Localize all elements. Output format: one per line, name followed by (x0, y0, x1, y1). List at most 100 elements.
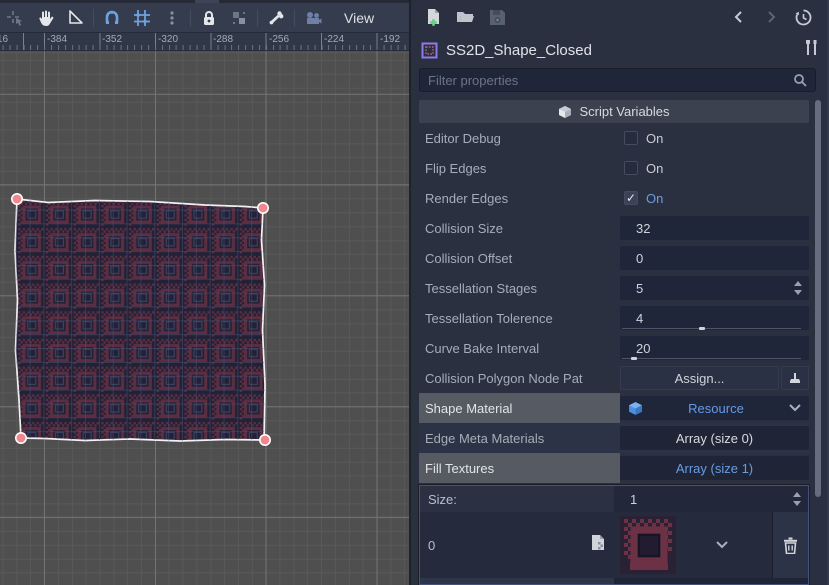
history-forward-icon[interactable] (755, 3, 787, 31)
ruler-label: -320 (158, 34, 178, 45)
field-value: 20 (636, 341, 650, 356)
pane-divider[interactable] (409, 0, 411, 585)
field-value: 1 (630, 492, 637, 507)
checkbox-label: On (646, 161, 663, 176)
slider-grabber[interactable] (699, 327, 705, 330)
section-title: Script Variables (579, 104, 669, 119)
search-icon (793, 73, 807, 87)
ruler-label: -288 (213, 34, 233, 45)
inspector-panel: SS2D_Shape_Closed Script Variables Edito… (411, 0, 829, 585)
property-label: Fill Textures (419, 453, 620, 483)
ruler-label: -192 (380, 34, 400, 45)
load-resource-icon[interactable] (449, 3, 481, 31)
section-script-variables[interactable]: Script Variables (419, 100, 809, 123)
pick-node-icon[interactable] (781, 366, 809, 390)
tessellation-tolerence-field[interactable]: 4 (620, 306, 809, 330)
collision-offset-field[interactable]: 0 (620, 246, 809, 270)
filter-properties-box[interactable] (419, 68, 816, 92)
canvas-viewport[interactable]: View -416 -384 -352 -320 -288 -256 -224 … (0, 0, 409, 585)
snap-options-icon[interactable] (157, 5, 187, 31)
edge-meta-materials-array-button[interactable]: Array (size 0) (620, 426, 809, 450)
canvas-toolbar: View (0, 3, 409, 33)
array-size-field[interactable]: 1 (614, 486, 808, 512)
pan-icon[interactable] (30, 5, 60, 31)
resource-label: Resource (643, 401, 789, 416)
chevron-down-icon[interactable] (789, 404, 801, 412)
inspector-scrollbar[interactable] (815, 100, 821, 497)
render-edges-checkbox[interactable]: ✓ (624, 191, 638, 205)
slider-grabber[interactable] (631, 357, 637, 360)
history-icon[interactable] (787, 3, 819, 31)
node-icon (421, 42, 438, 59)
lock-icon[interactable] (194, 5, 224, 31)
grid-snap-icon[interactable] (127, 5, 157, 31)
edit-resource-icon[interactable] (590, 534, 606, 556)
spinner-icon[interactable] (793, 280, 803, 299)
bone-icon[interactable] (261, 5, 291, 31)
flip-edges-checkbox[interactable] (624, 161, 638, 175)
property-row-collision-offset: Collision Offset 0 (419, 243, 809, 273)
property-row-fill-textures: Fill Textures Array (size 1) (419, 453, 809, 483)
fill-textures-array-button[interactable]: Array (size 1) (620, 456, 809, 480)
handle-bottom-left (16, 433, 26, 443)
property-row-edge-meta-materials: Edge Meta Materials Array (size 0) (419, 423, 809, 453)
history-back-icon[interactable] (723, 3, 755, 31)
camera-icon[interactable] (298, 5, 328, 31)
field-value: 5 (636, 281, 643, 296)
property-label: Flip Edges (419, 153, 620, 183)
trash-icon (783, 537, 798, 554)
property-row-flip-edges: Flip Edges On (419, 153, 809, 183)
shape-material-resource[interactable]: Resource (620, 396, 809, 420)
property-label: Collision Size (419, 213, 620, 243)
node-header: SS2D_Shape_Closed (421, 38, 819, 62)
ruler-label: -384 (47, 34, 67, 45)
property-row-shape-material: Shape Material Resource (419, 393, 809, 423)
property-row-curve-bake-interval: Curve Bake Interval 20 (419, 333, 809, 363)
tessellation-stages-field[interactable]: 5 (620, 276, 809, 300)
slider-track[interactable] (622, 328, 801, 329)
shape-polygon[interactable] (15, 199, 265, 441)
property-row-render-edges: Render Edges ✓ On (419, 183, 809, 213)
property-row-collision-size: Collision Size 32 (419, 213, 809, 243)
delete-item-button[interactable] (772, 512, 808, 578)
handle-bottom-right (260, 435, 270, 445)
filter-properties-input[interactable] (428, 73, 793, 88)
shape-overlay (0, 0, 409, 585)
array-size-label: Size: (420, 486, 614, 512)
select-tool-icon[interactable] (0, 5, 30, 31)
assign-node-path-button[interactable]: Assign... (620, 366, 779, 390)
smart-snap-icon[interactable] (97, 5, 127, 31)
ruler-label: -256 (269, 34, 289, 45)
ruler-label: -416 (0, 34, 8, 45)
field-value: 0 (636, 251, 643, 266)
texture-preview[interactable] (620, 516, 676, 574)
toolbar-separator (294, 9, 295, 27)
property-label: Collision Polygon Node Pat (419, 363, 620, 393)
property-row-editor-debug: Editor Debug On (419, 123, 809, 153)
horizontal-ruler: -416 -384 -352 -320 -288 -256 -224 -192 (0, 33, 409, 51)
handle-top-right (258, 203, 268, 213)
array-item-index: 0 (420, 538, 590, 553)
tools-icon[interactable] (804, 39, 819, 61)
property-label: Render Edges (419, 183, 620, 213)
array-size-row: Size: 1 (420, 486, 808, 512)
checkbox-label: On (646, 131, 663, 146)
editor-debug-checkbox[interactable] (624, 131, 638, 145)
chevron-down-icon[interactable] (716, 541, 728, 549)
curve-bake-interval-field[interactable]: 20 (620, 336, 809, 360)
ruler-label: -352 (102, 34, 122, 45)
fill-textures-array-editor: Size: 1 0 (419, 485, 809, 585)
node-title: SS2D_Shape_Closed (446, 42, 804, 59)
view-menu[interactable]: View (330, 10, 388, 26)
property-row-collision-polygon-node-path: Collision Polygon Node Pat Assign... (419, 363, 809, 393)
spinner-icon[interactable] (792, 491, 802, 510)
collision-size-field[interactable]: 32 (620, 216, 809, 240)
toolbar-separator (257, 9, 258, 27)
ruler-icon[interactable] (60, 5, 90, 31)
save-resource-icon[interactable] (481, 3, 513, 31)
property-label: Collision Offset (419, 243, 620, 273)
slider-track[interactable] (622, 358, 801, 359)
resource-icon (628, 401, 643, 416)
group-icon[interactable] (224, 5, 254, 31)
new-resource-icon[interactable] (417, 3, 449, 31)
